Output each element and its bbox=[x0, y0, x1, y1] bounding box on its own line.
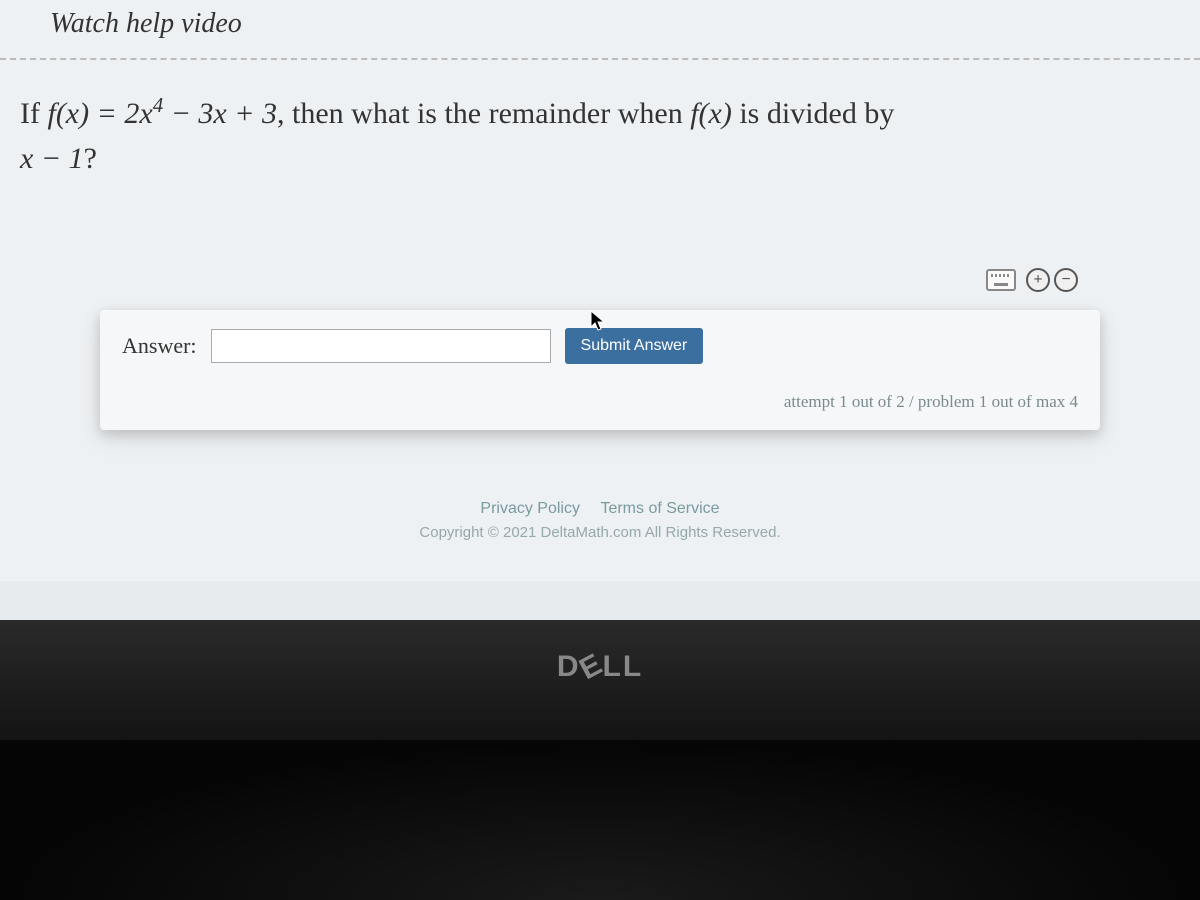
laptop-keyboard-area bbox=[0, 740, 1200, 900]
zoom-out-button[interactable]: − bbox=[1054, 268, 1078, 292]
question-area: If f(x) = 2x4 − 3x + 3, then what is the… bbox=[0, 60, 1200, 240]
keyboard-icon[interactable] bbox=[986, 269, 1016, 291]
privacy-policy-link[interactable]: Privacy Policy bbox=[480, 500, 580, 517]
dell-logo: DELL bbox=[557, 650, 643, 684]
math-expression-fx: f(x) bbox=[690, 97, 732, 130]
zoom-in-button[interactable]: + bbox=[1026, 268, 1050, 292]
copyright-text: Copyright © 2021 DeltaMath.com All Right… bbox=[0, 524, 1200, 541]
answer-label: Answer: bbox=[122, 333, 197, 359]
question-mark: ? bbox=[84, 142, 97, 175]
question-text: If f(x) = 2x4 − 3x + 3, then what is the… bbox=[20, 90, 1180, 181]
laptop-bezel: DELL bbox=[0, 620, 1200, 900]
submit-answer-button[interactable]: Submit Answer bbox=[565, 328, 704, 364]
math-expression-divisor: x − 1 bbox=[20, 142, 84, 175]
question-prefix: If bbox=[20, 97, 47, 130]
question-middle: , then what is the remainder when bbox=[277, 97, 690, 130]
answer-input[interactable] bbox=[211, 329, 551, 363]
footer-links: Privacy Policy Terms of Service bbox=[0, 500, 1200, 518]
terms-of-service-link[interactable]: Terms of Service bbox=[600, 500, 719, 517]
answer-card: + − Answer: Submit Answer attempt 1 out … bbox=[100, 310, 1100, 430]
math-expression-fx-eq: f(x) = 2x4 − 3x + 3 bbox=[47, 97, 277, 130]
watch-help-video-link[interactable]: Watch help video bbox=[50, 8, 242, 39]
attempt-info: attempt 1 out of 2 / problem 1 out of ma… bbox=[122, 392, 1078, 412]
question-suffix: is divided by bbox=[732, 97, 895, 130]
